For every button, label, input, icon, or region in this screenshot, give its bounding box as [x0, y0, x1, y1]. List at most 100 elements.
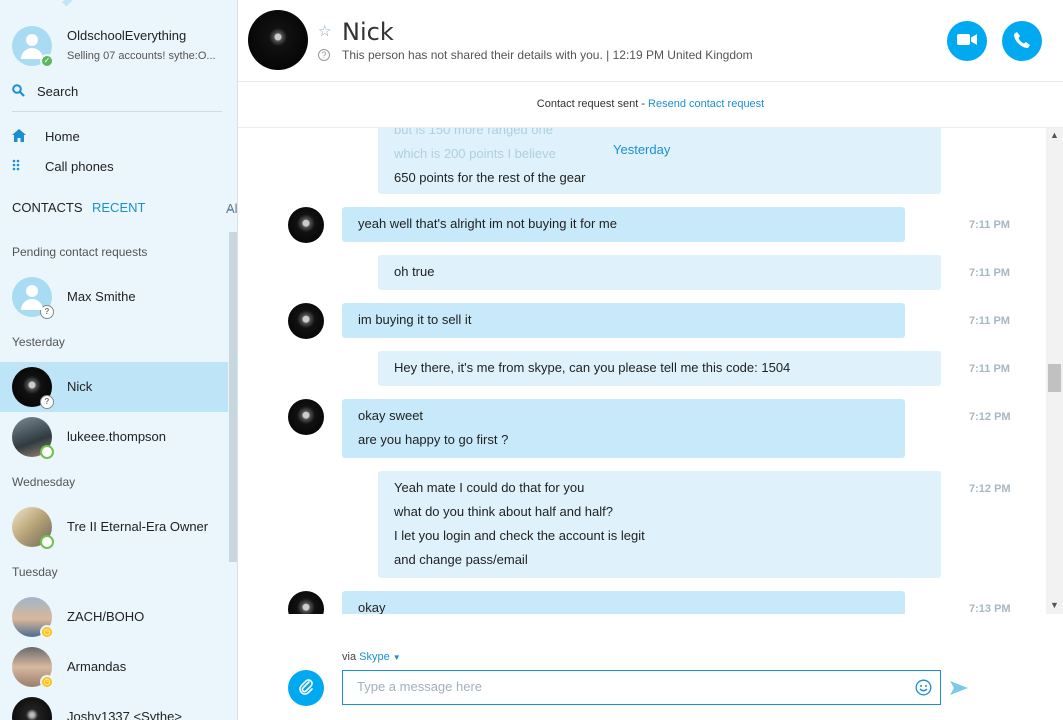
via-prefix: via	[342, 651, 360, 663]
contact-max-smithe[interactable]: ? Max Smithe	[0, 272, 228, 322]
message-time: 7:13 PM	[969, 603, 1011, 614]
contact-name: ZACH/BOHO	[67, 609, 145, 624]
section-pending: Pending contact requests	[12, 245, 148, 259]
contact-nick[interactable]: ? Nick	[0, 362, 228, 412]
message-time: 7:12 PM	[969, 483, 1011, 495]
star-icon[interactable]: ☆	[318, 22, 331, 40]
message-bubble: Hey there, it's me from skype, can you p…	[378, 351, 941, 386]
online-status-icon	[40, 535, 54, 549]
avatar: ◷	[12, 647, 54, 689]
send-icon[interactable]	[950, 680, 968, 696]
tab-recent[interactable]: RECENT	[92, 200, 145, 215]
message-line: Yeah mate I could do that for you	[394, 480, 585, 495]
contact-name: Armandas	[67, 659, 127, 674]
contact-name: lukeee.thompson	[67, 429, 167, 444]
day-separator: Yesterday	[613, 142, 671, 157]
message-bubble: okay sweet are you happy to go first ?	[342, 399, 905, 458]
scroll-down-icon[interactable]: ▼	[1050, 600, 1059, 610]
contact-name: Joshy1337 <Sythe>	[67, 709, 182, 720]
conversation-title: Nick	[342, 18, 394, 46]
message-line: 650 points for the rest of the gear	[394, 170, 586, 185]
avatar: ◷	[12, 597, 54, 639]
contact-armandas[interactable]: ◷ Armandas	[0, 642, 228, 692]
paperclip-icon	[298, 678, 314, 699]
scroll-up-icon[interactable]: ▲	[1050, 130, 1059, 140]
sender-avatar	[288, 207, 324, 243]
attach-button[interactable]	[288, 670, 324, 706]
service-selector[interactable]: Skype ▼	[359, 651, 401, 663]
contact-joshy1337[interactable]: Joshy1337 <Sythe>	[0, 692, 228, 720]
section-yesterday: Yesterday	[12, 335, 65, 349]
my-mood-message[interactable]: Selling 07 accounts! sythe:O...	[67, 50, 227, 62]
message-line: oh true	[394, 264, 435, 279]
message-time: 7:11 PM	[969, 315, 1010, 327]
nav-home[interactable]: Home	[12, 127, 222, 151]
chat-scroll-thumb[interactable]	[1048, 364, 1061, 392]
avatar	[12, 417, 54, 459]
contact-tre-ii[interactable]: Tre II Eternal-Era Owner	[0, 502, 228, 552]
section-wednesday: Wednesday	[12, 475, 76, 489]
audio-call-button[interactable]	[1002, 21, 1042, 61]
my-name: OldschoolEverything	[67, 28, 187, 43]
message-input-box[interactable]	[342, 670, 941, 705]
message-line: okay sweet	[358, 408, 424, 423]
question-icon: ?	[318, 49, 330, 61]
nav-call-phones-label: Call phones	[45, 159, 114, 174]
tab-contacts[interactable]: CONTACTS	[12, 200, 83, 215]
online-status-icon: ✓	[40, 54, 54, 68]
recent-list: Pending contact requests ? Max Smithe Ye…	[0, 232, 228, 720]
message-bubble: oh true	[378, 255, 941, 290]
message-composer: via Skype ▼	[238, 614, 1063, 720]
message-line: im buying it to sell it	[358, 312, 472, 327]
sidebar: ✓ OldschoolEverything Selling 07 account…	[0, 0, 238, 720]
contact-request-bar: Contact request sent - Resend contact re…	[238, 82, 1063, 128]
search-icon	[12, 84, 25, 100]
dialpad-icon	[12, 159, 24, 175]
my-avatar[interactable]: ✓	[12, 26, 54, 68]
message-time: 7:11 PM	[969, 219, 1010, 231]
conversation-header: ☆ Nick ? This person has not shared thei…	[238, 0, 1063, 82]
resend-request-link[interactable]: Resend contact request	[648, 98, 764, 110]
avatar	[12, 507, 54, 549]
message-line: Hey there, it's me from skype, can you p…	[394, 360, 791, 375]
message-input[interactable]	[357, 679, 897, 694]
message-line: okay	[358, 600, 386, 614]
video-call-button[interactable]	[947, 21, 987, 61]
contact-name: Tre II Eternal-Era Owner	[67, 519, 209, 534]
avatar: ?	[12, 367, 54, 409]
caret-down-icon: ▼	[392, 653, 401, 662]
search-box[interactable]: Search	[12, 80, 222, 112]
message-bubble: okay	[342, 591, 905, 614]
request-status-text: Contact request sent -	[536, 98, 649, 110]
message-bubble: but is 150 more ranged one which is 200 …	[378, 128, 941, 194]
nav-call-phones[interactable]: Call phones	[12, 157, 222, 181]
unknown-status-icon: ?	[40, 305, 54, 319]
online-status-icon	[40, 445, 54, 459]
message-time: 7:12 PM	[969, 411, 1011, 423]
avatar: ?	[12, 277, 54, 319]
message-history[interactable]: but is 150 more ranged one which is 200 …	[238, 128, 1046, 614]
away-clock-icon: ◷	[40, 625, 54, 639]
sender-avatar	[288, 399, 324, 435]
message-bubble: yeah well that's alright im not buying i…	[342, 207, 905, 242]
sidebar-scroll-thumb[interactable]	[229, 232, 237, 562]
message-line: are you happy to go first ?	[358, 432, 509, 447]
contact-details: This person has not shared their details…	[342, 48, 753, 62]
contact-lukeee-thompson[interactable]: lukeee.thompson	[0, 412, 228, 462]
phone-icon	[1013, 31, 1031, 52]
contact-avatar[interactable]	[248, 10, 308, 70]
away-clock-icon: ◷	[40, 675, 54, 689]
my-profile[interactable]: ✓ OldschoolEverything Selling 07 account…	[12, 24, 232, 68]
message-line: what do you think about half and half?	[394, 504, 613, 519]
decorative-arc	[0, 0, 80, 20]
chevron-down-icon: ⌄	[226, 202, 236, 214]
video-camera-icon	[957, 33, 977, 49]
smiley-icon[interactable]	[915, 679, 932, 696]
nav-home-label: Home	[45, 129, 80, 144]
message-line: yeah well that's alright im not buying i…	[358, 216, 617, 231]
message-time: 7:11 PM	[969, 267, 1010, 279]
service-label: Skype	[359, 651, 390, 663]
via-service: via Skype ▼	[342, 651, 401, 663]
chat-scrollbar[interactable]: ▲ ▼	[1046, 128, 1063, 614]
contact-zach-boho[interactable]: ◷ ZACH/BOHO	[0, 592, 228, 642]
